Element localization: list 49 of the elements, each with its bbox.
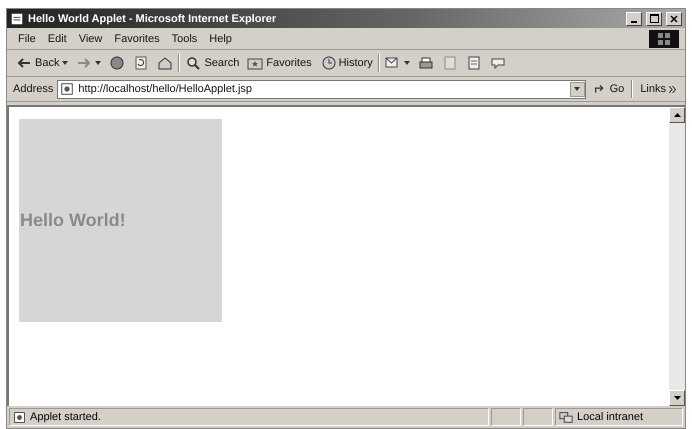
stop-icon bbox=[109, 55, 126, 71]
scroll-up-button[interactable] bbox=[669, 107, 685, 123]
menu-item[interactable]: Favorites bbox=[109, 32, 165, 46]
close-button[interactable] bbox=[666, 12, 682, 26]
history-icon bbox=[320, 55, 336, 71]
windows-logo bbox=[649, 30, 679, 48]
minimize-button[interactable] bbox=[626, 12, 642, 26]
page-icon bbox=[60, 82, 74, 96]
minimize-icon bbox=[631, 20, 637, 22]
address-field[interactable]: http://localhost/hello/HelloApplet.jsp bbox=[57, 80, 586, 98]
window-title: Hello World Applet - Microsoft Internet Explorer bbox=[28, 12, 278, 24]
search-button[interactable]: Search bbox=[182, 53, 242, 73]
printer-icon bbox=[418, 55, 434, 71]
dropdown-caret-icon bbox=[574, 87, 580, 91]
maximize-button[interactable] bbox=[646, 12, 662, 26]
document-icon bbox=[466, 55, 482, 71]
dropdown-caret-icon bbox=[404, 61, 410, 65]
home-icon bbox=[157, 55, 174, 71]
maximize-icon bbox=[650, 14, 658, 23]
down-arrow-icon bbox=[674, 396, 680, 400]
links-button[interactable]: Links bbox=[637, 81, 679, 97]
chevron-icon bbox=[669, 86, 676, 92]
menu-item[interactable]: Help bbox=[204, 32, 237, 46]
refresh-icon bbox=[133, 55, 150, 71]
up-arrow-icon bbox=[674, 113, 680, 117]
status-pane bbox=[491, 408, 521, 426]
scroll-down-button[interactable] bbox=[669, 390, 685, 406]
menu-item[interactable]: File bbox=[13, 32, 41, 46]
favorites-button[interactable]: Favorites bbox=[244, 53, 315, 73]
menu-item[interactable]: Tools bbox=[166, 32, 202, 46]
history-button[interactable]: History bbox=[316, 53, 376, 73]
network-icon bbox=[559, 410, 573, 424]
search-icon bbox=[185, 55, 202, 71]
menu-item[interactable]: Edit bbox=[42, 32, 72, 46]
dropdown-caret-icon bbox=[62, 61, 68, 65]
menu-item[interactable]: View bbox=[74, 32, 108, 46]
close-icon bbox=[670, 14, 678, 22]
go-button[interactable]: Go bbox=[590, 80, 628, 98]
back-button[interactable]: Back bbox=[13, 53, 72, 73]
status-message: Applet started. bbox=[30, 411, 101, 423]
dropdown-caret-icon bbox=[95, 61, 102, 65]
page-icon bbox=[13, 410, 26, 424]
page-icon bbox=[10, 12, 24, 26]
address-dropdown-button[interactable] bbox=[570, 82, 585, 96]
status-pane bbox=[523, 408, 553, 426]
zone-text: Local intranet bbox=[577, 411, 644, 423]
applet-text: Hello World! bbox=[19, 210, 126, 231]
address-text: http://localhost/hello/HelloApplet.jsp bbox=[78, 83, 254, 95]
address-label: Address bbox=[13, 83, 54, 95]
